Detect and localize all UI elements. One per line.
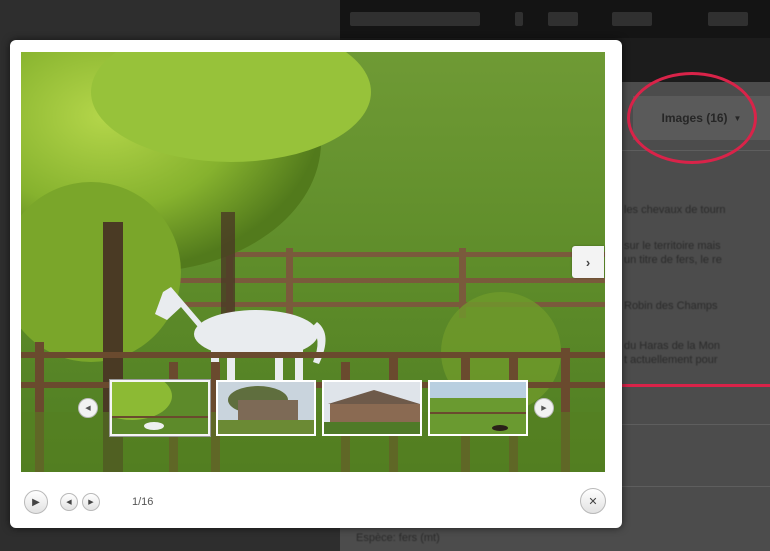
background-text-line: t actuellement pour [624,354,718,366]
image-counter: 1/16 [132,496,154,508]
thumbnail-image [430,382,526,434]
thumbnails-next-button[interactable]: ▶ [534,398,554,418]
next-button[interactable]: ▶ [82,493,100,511]
chevron-right-icon: › [585,254,591,270]
triangle-right-icon: ▶ [541,405,547,412]
play-icon: ▶ [32,496,40,508]
thumbnail-green-field-horse[interactable] [428,380,528,436]
lightbox-controls: ▶ ◀ ▶ 1/16 ✕ [22,488,610,516]
close-button[interactable]: ✕ [580,488,606,514]
background-divider [620,486,770,487]
triangle-right-icon: ▶ [88,499,94,506]
slideshow-play-button[interactable]: ▶ [24,490,48,514]
background-top-bar [340,0,770,38]
previous-button[interactable]: ◀ [60,493,78,511]
thumbnail-image [218,382,314,434]
thumbnail-strip: ◀ ▶ [70,376,554,438]
triangle-left-icon: ◀ [85,405,91,412]
background-bottom-text: Espèce: fers (mt) [356,532,440,544]
background-text-line: un titre de fers, le re [624,254,722,266]
annotation-line [614,384,770,387]
triangle-left-icon: ◀ [66,499,72,506]
background-nav-item [350,12,480,26]
next-image-button[interactable]: › [572,246,604,278]
close-icon: ✕ [588,495,598,508]
background-text-line: les chevaux de tourn [624,204,726,216]
background-nav-item [515,12,523,26]
background-divider [620,424,770,425]
thumbnail-image [324,382,420,434]
annotation-circle [627,72,757,164]
thumbnail-image [112,382,208,434]
thumbnails-prev-button[interactable]: ◀ [78,398,98,418]
background-nav-item [708,12,748,26]
background-nav-item [612,12,652,26]
thumbnail-stone-farmhouse[interactable] [216,380,316,436]
background-text-line: sur le territoire mais [624,240,721,252]
background-text-line: du Haras de la Mon [624,340,720,352]
thumbnail-stable-building[interactable] [322,380,422,436]
thumbnail-white-horse-pasture[interactable] [110,380,210,436]
image-lightbox: › ◀ ▶ ▶ ◀ ▶ 1/16 ✕ [10,40,622,528]
background-text-line: Robin des Champs [624,300,718,312]
background-nav-item [548,12,578,26]
